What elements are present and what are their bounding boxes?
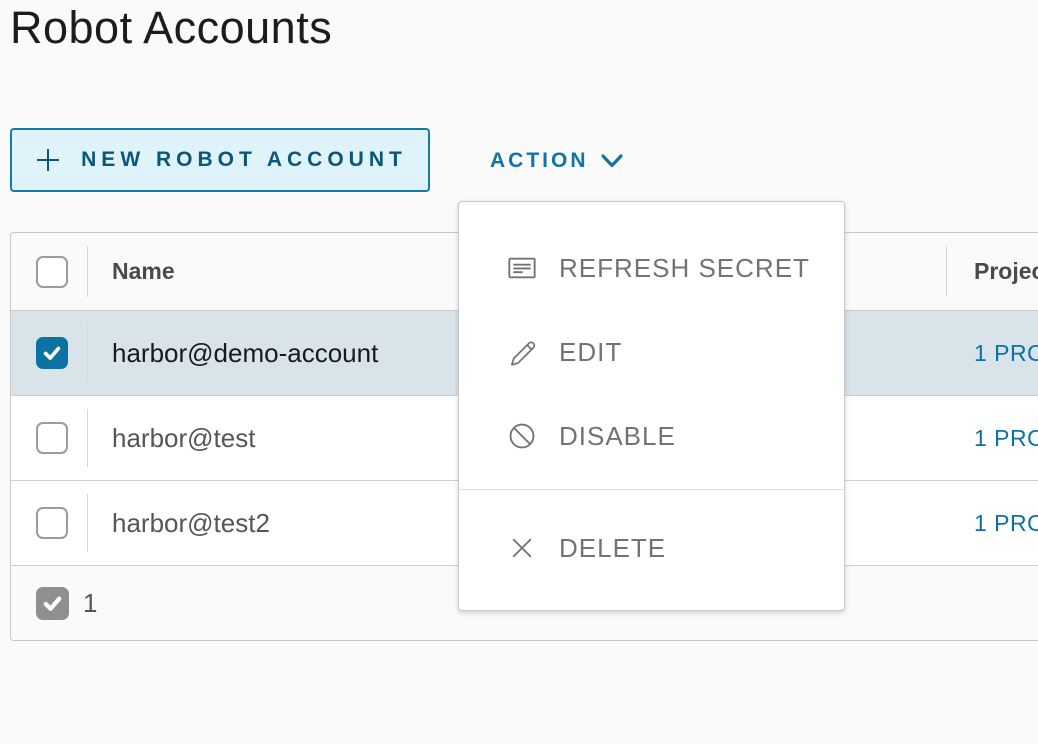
menu-item-label: EDIT <box>559 337 622 368</box>
note-icon <box>506 252 538 284</box>
menu-item-label: DELETE <box>559 533 666 564</box>
menu-item-label: DISABLE <box>559 421 676 452</box>
row-checkbox[interactable] <box>36 422 68 454</box>
plus-icon <box>33 145 63 175</box>
projects-link[interactable]: 1 PROJECT <box>974 425 1038 451</box>
column-divider <box>87 494 88 552</box>
footer-selected-checkbox[interactable] <box>36 587 69 620</box>
new-robot-account-label: NEW ROBOT ACCOUNT <box>81 148 407 172</box>
projects-link[interactable]: 1 PROJECT <box>974 340 1038 366</box>
action-label: ACTION <box>490 149 589 173</box>
column-divider <box>87 246 88 297</box>
action-dropdown-button[interactable]: ACTION <box>484 138 629 184</box>
menu-item-label: REFRESH SECRET <box>559 253 810 284</box>
select-all-checkbox[interactable] <box>36 256 68 288</box>
chevron-down-icon <box>601 154 623 169</box>
row-checkbox[interactable] <box>36 337 68 369</box>
menu-item-refresh-secret[interactable]: REFRESH SECRET <box>459 226 844 310</box>
menu-item-disable[interactable]: DISABLE <box>459 394 844 478</box>
column-divider <box>87 409 88 467</box>
row-checkbox[interactable] <box>36 507 68 539</box>
page-title: Robot Accounts <box>10 2 332 54</box>
column-divider <box>946 246 947 297</box>
menu-item-delete[interactable]: DELETE <box>459 506 844 590</box>
column-divider <box>87 324 88 382</box>
action-dropdown-menu: REFRESH SECRET EDIT DISABLE DELETE <box>458 201 845 611</box>
menu-divider <box>459 489 844 490</box>
new-robot-account-button[interactable]: NEW ROBOT ACCOUNT <box>10 128 430 192</box>
x-icon <box>506 532 538 564</box>
pencil-icon <box>506 336 538 368</box>
column-header-projects[interactable]: Projects <box>946 258 1038 285</box>
selected-count: 1 <box>83 588 97 619</box>
projects-link[interactable]: 1 PROJECT <box>974 510 1038 536</box>
menu-item-edit[interactable]: EDIT <box>459 310 844 394</box>
ban-icon <box>506 420 538 452</box>
